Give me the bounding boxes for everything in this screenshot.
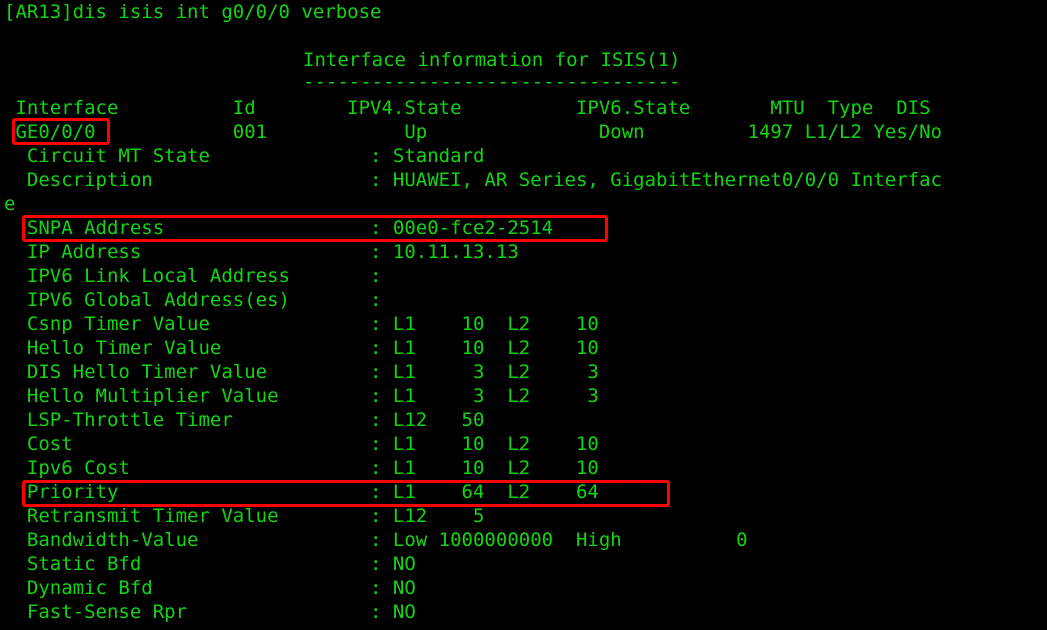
detail-bandwidth-value: Bandwidth-Value : Low 1000000000 High 0 [4,529,748,551]
isis-table-title: Interface information for ISIS(1) [303,49,681,71]
detail-csnp-timer-value: Csnp Timer Value : L1 10 L2 10 [4,313,599,335]
detail-hello-timer-value: Hello Timer Value : L1 10 L2 10 [4,337,599,359]
detail-circuit-mt-state: Circuit MT State : Standard [4,145,485,167]
table-header-row: Interface Id IPV4.State IPV6.State MTU T… [4,97,931,119]
detail-description-wrap: e [4,193,16,215]
detail-snpa-address: SNPA Address : 00e0-fce2-2514 [4,217,554,239]
detail-hello-multiplier-value: Hello Multiplier Value : L1 3 L2 3 [4,385,599,407]
isis-table-title-rule: --------------------------------- [303,71,681,93]
detail-fast-sense-rpr: Fast-Sense Rpr : NO [4,601,416,623]
detail-cost: Cost : L1 10 L2 10 [4,433,599,455]
table-row[interactable]: GE0/0/0 001 Up Down 1497 L1/L2 Yes/No [0,120,942,144]
detail-dynamic-bfd: Dynamic Bfd : NO [4,577,416,599]
detail-priority: Priority : L1 64 L2 64 [4,481,599,503]
detail-dis-hello-timer-value: DIS Hello Timer Value : L1 3 L2 3 [4,361,599,383]
command-prompt-line: [AR13]dis isis int g0/0/0 verbose [4,1,382,23]
terminal-window[interactable]: [AR13]dis isis int g0/0/0 verbose Interf… [0,0,1047,630]
detail-ipv6-link-local-address: IPV6 Link Local Address : [4,265,382,287]
detail-lsp-throttle-timer: LSP-Throttle Timer : L12 50 [4,409,485,431]
detail-ipv6-global-address: IPV6 Global Address(es) : [4,289,382,311]
detail-static-bfd: Static Bfd : NO [4,553,416,575]
detail-retransmit-timer-value: Retransmit Timer Value : L12 5 [4,505,485,527]
detail-description: Description : HUAWEI, AR Series, Gigabit… [4,169,942,191]
detail-ip-address: IP Address : 10.11.13.13 [4,241,519,263]
detail-ipv6-cost: Ipv6 Cost : L1 10 L2 10 [4,457,599,479]
